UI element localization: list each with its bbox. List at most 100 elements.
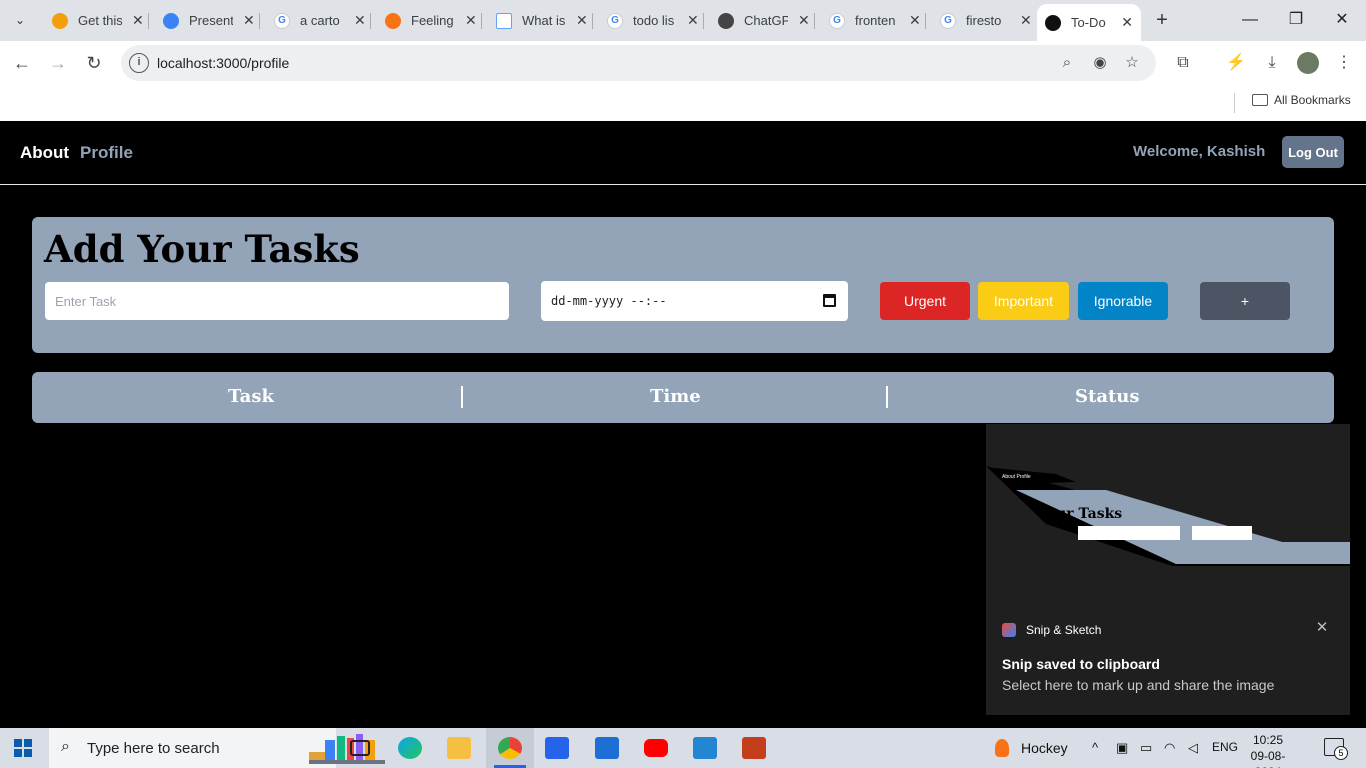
performance-icon[interactable]: ⚡ — [1225, 52, 1247, 74]
close-icon[interactable]: ✕ — [1020, 12, 1032, 29]
back-icon[interactable]: ← — [10, 51, 34, 75]
forward-icon[interactable]: → — [46, 51, 70, 75]
tab-title: To-Do — [1071, 15, 1106, 30]
all-bookmarks-button[interactable]: All Bookmarks — [1252, 93, 1351, 107]
new-tab-button[interactable]: + — [1150, 8, 1174, 32]
url-text[interactable]: localhost:3000/profile — [157, 55, 289, 71]
tab-get-this[interactable]: Get this ✕ — [44, 0, 152, 41]
ignorable-button[interactable]: Ignorable — [1078, 282, 1168, 320]
tab-title: Feeling — [411, 13, 454, 28]
close-icon[interactable]: ✕ — [687, 12, 699, 29]
tab-frontend[interactable]: G fronten ✕ — [821, 0, 929, 41]
address-bar[interactable]: i localhost:3000/profile ⌕ ◉ ☆ — [121, 45, 1156, 81]
datetime-input[interactable]: dd-mm-yyyy --:-- — [541, 281, 848, 321]
reload-icon[interactable]: ↻ — [82, 51, 106, 75]
snip-notification[interactable]: About Profile Your Tasks Snip & Sketch ✕… — [986, 424, 1350, 715]
tab-todo-list[interactable]: G todo lis ✕ — [599, 0, 707, 41]
profile-avatar[interactable] — [1297, 52, 1319, 74]
download-icon[interactable]: ⤓ — [1261, 52, 1283, 74]
logout-button[interactable]: Log Out — [1282, 136, 1344, 168]
close-icon[interactable]: ✕ — [243, 12, 255, 29]
edge-icon[interactable] — [386, 728, 434, 768]
windows-start-icon[interactable] — [14, 739, 32, 757]
welcome-text: Welcome, Kashish — [1133, 143, 1266, 160]
browser-toolbar: ← → ↻ i localhost:3000/profile ⌕ ◉ ☆ ⧉ ⚡… — [0, 41, 1366, 85]
minimize-icon[interactable]: — — [1238, 8, 1262, 32]
task-view-icon[interactable] — [336, 728, 384, 768]
system-clock[interactable]: 10:25 09-08-2024 — [1238, 732, 1298, 768]
close-icon[interactable]: ✕ — [132, 12, 144, 29]
tab-presentation[interactable]: Present ✕ — [155, 0, 263, 41]
eye-slash-icon[interactable]: ◉ — [1090, 53, 1110, 73]
nav-link-about[interactable]: About — [20, 143, 69, 163]
tab-favicon-icon — [163, 12, 179, 29]
tab-title: Present — [189, 13, 233, 28]
meet-icon[interactable]: ▣ — [1116, 740, 1128, 756]
svg-text:Your Tasks: Your Tasks — [1037, 506, 1122, 522]
battery-icon[interactable]: ▭ — [1140, 740, 1152, 756]
language-indicator[interactable]: ENG — [1212, 740, 1238, 754]
zoom-icon[interactable]: ⌕ — [1057, 53, 1077, 73]
page-title: Add Your Tasks — [44, 227, 360, 271]
toast-title: Snip saved to clipboard — [1002, 656, 1160, 672]
urgent-button[interactable]: Urgent — [880, 282, 970, 320]
windows-taskbar: ⌕ Type here to search Hockey ^ ▣ ▭ ◠ ◁ E… — [0, 728, 1366, 768]
tab-title: ChatGP — [744, 13, 788, 28]
column-divider — [461, 386, 463, 408]
weather-text[interactable]: Hockey — [1021, 740, 1068, 756]
task-table-header: Task Time Status — [32, 372, 1334, 423]
chevron-up-icon[interactable]: ^ — [1092, 740, 1098, 755]
mail-icon[interactable] — [583, 728, 631, 768]
close-icon[interactable]: ✕ — [576, 12, 588, 29]
tab-chatgpt[interactable]: ChatGP ✕ — [710, 0, 818, 41]
volume-icon[interactable]: ◁ — [1188, 740, 1198, 756]
close-icon[interactable]: ✕ — [909, 12, 921, 29]
tab-firestore[interactable]: G firesto ✕ — [932, 0, 1040, 41]
google-icon: G — [607, 12, 623, 29]
tab-title: firesto — [966, 13, 1002, 28]
nav-link-profile[interactable]: Profile — [80, 143, 133, 163]
close-icon[interactable]: ✕ — [465, 12, 477, 29]
tab-cartoon[interactable]: G a carto ✕ — [266, 0, 374, 41]
close-icon[interactable]: ✕ — [1121, 14, 1133, 31]
powerpoint-icon[interactable] — [730, 728, 778, 768]
tab-search-icon[interactable]: ⌄ — [8, 8, 32, 32]
wifi-icon[interactable]: ◠ — [1164, 740, 1175, 756]
clock-time: 10:25 — [1252, 733, 1284, 747]
close-icon[interactable]: ✕ — [354, 12, 366, 29]
microsoft-store-icon[interactable] — [533, 728, 581, 768]
window-close-icon[interactable]: ✕ — [1330, 8, 1354, 32]
bookmark-star-icon[interactable]: ☆ — [1122, 53, 1142, 73]
search-icon: ⌕ — [61, 738, 70, 755]
menu-kebab-icon[interactable]: ⋮ — [1333, 52, 1355, 74]
close-icon[interactable]: ✕ — [1314, 620, 1330, 636]
close-icon[interactable]: ✕ — [798, 12, 810, 29]
important-button[interactable]: Important — [978, 282, 1069, 320]
column-divider — [886, 386, 888, 408]
vscode-icon[interactable] — [681, 728, 729, 768]
tab-what-is[interactable]: What is ✕ — [488, 0, 596, 41]
weather-icon[interactable] — [990, 728, 1014, 768]
tab-favicon-icon — [52, 12, 68, 29]
taskbar-search-box[interactable]: ⌕ Type here to search — [49, 728, 385, 768]
svg-text:About Profile: About Profile — [1002, 474, 1031, 480]
notification-count-badge: 5 — [1334, 746, 1348, 760]
snip-sketch-icon — [1002, 623, 1016, 637]
tab-title: fronten — [855, 13, 896, 28]
clock-date: 09-08-2024 — [1250, 749, 1286, 768]
youtube-icon[interactable] — [632, 728, 680, 768]
add-task-button[interactable]: + — [1200, 282, 1290, 320]
site-info-icon[interactable]: i — [129, 53, 149, 73]
restore-icon[interactable]: ❐ — [1284, 8, 1308, 32]
task-input[interactable] — [45, 282, 509, 320]
column-header-time: Time — [650, 386, 701, 407]
extensions-icon[interactable]: ⧉ — [1172, 52, 1194, 74]
google-icon: G — [829, 12, 845, 29]
app-navbar: About Profile Welcome, Kashish Log Out — [0, 121, 1366, 185]
tab-todo-active[interactable]: To-Do ✕ — [1037, 4, 1141, 41]
tab-title: todo lis — [633, 13, 675, 28]
chrome-icon[interactable] — [486, 728, 534, 768]
calendar-icon[interactable] — [823, 294, 836, 307]
file-explorer-icon[interactable] — [435, 728, 483, 768]
tab-feeling[interactable]: Feeling ✕ — [377, 0, 485, 41]
